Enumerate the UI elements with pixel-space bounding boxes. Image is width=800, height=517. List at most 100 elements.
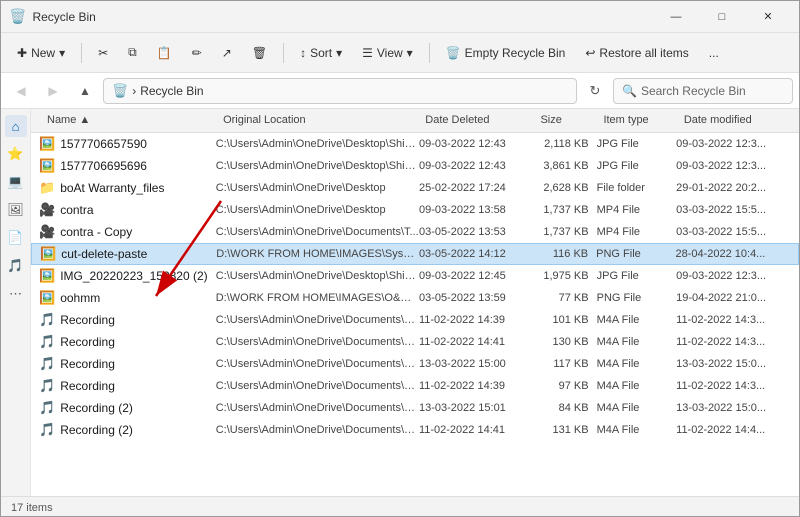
file-name-cell: 🖼️ 1577706657590 [39,136,216,152]
table-row[interactable]: 🎵 Recording (2) C:\Users\Admin\OneDrive\… [31,397,799,419]
sidebar-icon-home[interactable]: ⌂ [5,115,27,137]
table-row[interactable]: 🖼️ 1577706657590 C:\Users\Admin\OneDrive… [31,133,799,155]
file-name-cell: 🎵 Recording [39,378,216,394]
file-deleted-cell: 13-03-2022 15:00 [419,358,534,370]
file-size-cell: 2,118 KB [534,138,597,150]
new-chevron-icon: ▾ [59,46,65,60]
file-modified-cell: 13-03-2022 15:0... [676,358,791,370]
file-icon: 🎵 [39,378,55,394]
file-location-cell: C:\Users\Admin\OneDrive\Documents\S... [216,424,419,436]
path-text: Recycle Bin [140,84,203,98]
file-modified-cell: 11-02-2022 14:3... [676,314,791,326]
sidebar-icon-pc[interactable]: 💻 [5,171,27,193]
file-icon: 🎵 [39,334,55,350]
more-button[interactable]: ... [701,37,727,69]
col-header-type[interactable]: Item type [595,109,675,133]
cut-button[interactable]: ✂ [90,37,116,69]
title-bar-controls: — □ ✕ [653,1,791,33]
back-button[interactable]: ◀ [7,77,35,105]
file-deleted-cell: 13-03-2022 15:01 [419,402,534,414]
file-icon: 🖼️ [39,290,55,306]
sidebar-icon-images[interactable]: 🖼 [5,199,27,221]
search-box[interactable]: 🔍 Search Recycle Bin [613,78,793,104]
new-button[interactable]: ✚ New ▾ [9,37,73,69]
file-name-cell: 🎵 Recording (2) [39,400,216,416]
col-header-deleted[interactable]: Date Deleted [417,109,532,133]
file-location-cell: C:\Users\Admin\OneDrive\Documents\S... [216,358,419,370]
sort-button[interactable]: ↕ Sort ▾ [292,37,350,69]
address-bar: ◀ ▶ ▲ 🗑️ › Recycle Bin ↻ 🔍 Search Recycl… [1,73,799,109]
table-row[interactable]: 🎵 Recording C:\Users\Admin\OneDrive\Docu… [31,375,799,397]
table-row[interactable]: 🖼️ 1577706695696 C:\Users\Admin\OneDrive… [31,155,799,177]
sort-chevron-icon: ▾ [336,46,342,60]
sidebar-icon-docs[interactable]: 📄 [5,227,27,249]
file-icon: 🖼️ [39,158,55,174]
view-button[interactable]: ☰ View ▾ [354,37,421,69]
share-icon: ↗ [222,46,232,60]
sidebar-icon-music[interactable]: 🎵 [5,255,27,277]
file-location-cell: D:\WORK FROM HOME\IMAGES\O&O Di... [216,292,419,304]
cut-icon: ✂ [98,46,108,60]
delete-button[interactable]: 🗑 [244,37,275,69]
file-name-text: Recording (2) [60,423,133,437]
file-type-cell: M4A File [597,358,677,370]
file-type-cell: M4A File [597,402,677,414]
file-list: 🖼️ 1577706657590 C:\Users\Admin\OneDrive… [31,133,799,496]
col-header-modified[interactable]: Date modified [676,109,791,133]
refresh-button[interactable]: ↻ [581,77,609,105]
rename-button[interactable]: ✏ [184,37,210,69]
close-button[interactable]: ✕ [745,1,791,33]
file-deleted-cell: 09-03-2022 12:43 [419,138,534,150]
new-icon: ✚ [17,46,27,60]
address-path[interactable]: 🗑️ › Recycle Bin [103,78,577,104]
col-header-name[interactable]: Name ▲ [39,109,215,133]
file-modified-cell: 13-03-2022 15:0... [676,402,791,414]
empty-recycle-button[interactable]: 🗑️ Empty Recycle Bin [438,37,574,69]
copy-button[interactable]: ⧉ [120,37,145,69]
file-modified-cell: 28-04-2022 10:4... [675,248,790,260]
main-area: ⌂ ⭐ 💻 🖼 📄 🎵 ⋯ Name ▲ Original Location D… [1,109,799,496]
file-type-cell: M4A File [597,424,677,436]
table-row[interactable]: 🎵 Recording C:\Users\Admin\OneDrive\Docu… [31,331,799,353]
file-location-cell: C:\Users\Admin\OneDrive\Desktop\Shiva... [216,138,419,150]
table-row[interactable]: 📁 boAt Warranty_files C:\Users\Admin\One… [31,177,799,199]
minimize-button[interactable]: — [653,1,699,33]
file-size-cell: 130 KB [534,336,597,348]
file-name-cell: 📁 boAt Warranty_files [39,180,216,196]
file-type-cell: MP4 File [597,226,677,238]
up-button[interactable]: ▲ [71,77,99,105]
path-icon: 🗑️ [112,83,128,99]
share-button[interactable]: ↗ [214,37,240,69]
file-size-cell: 1,737 KB [534,204,597,216]
col-header-size[interactable]: Size [532,109,595,133]
maximize-button[interactable]: □ [699,1,745,33]
table-row[interactable]: 🖼️ oohmm D:\WORK FROM HOME\IMAGES\O&O Di… [31,287,799,309]
file-size-cell: 116 KB [534,248,597,260]
restore-all-button[interactable]: ↩ Restore all items [577,37,696,69]
file-location-cell: C:\Users\Admin\OneDrive\Documents\S... [216,402,419,414]
table-row[interactable]: 🎵 Recording (2) C:\Users\Admin\OneDrive\… [31,419,799,441]
file-deleted-cell: 11-02-2022 14:39 [419,380,534,392]
table-row[interactable]: 🖼️ IMG_20220223_152820 (2) C:\Users\Admi… [31,265,799,287]
file-name-text: 1577706695696 [60,159,147,173]
table-row[interactable]: 🎥 contra C:\Users\Admin\OneDrive\Desktop… [31,199,799,221]
window-icon: 🗑️ [9,8,26,25]
forward-button[interactable]: ▶ [39,77,67,105]
table-row[interactable]: 🖼️ cut-delete-paste D:\WORK FROM HOME\IM… [31,243,799,265]
paste-button[interactable]: 📋 [149,37,180,69]
file-modified-cell: 29-01-2022 20:2... [676,182,791,194]
sidebar-icon-star[interactable]: ⭐ [5,143,27,165]
file-type-cell: PNG File [597,292,677,304]
table-row[interactable]: 🎵 Recording C:\Users\Admin\OneDrive\Docu… [31,309,799,331]
sidebar-icon-more[interactable]: ⋯ [5,283,27,305]
file-name-cell: 🖼️ 1577706695696 [39,158,216,174]
sidebar: ⌂ ⭐ 💻 🖼 📄 🎵 ⋯ [1,109,31,496]
file-area: Name ▲ Original Location Date Deleted Si… [31,109,799,496]
file-location-cell: C:\Users\Admin\OneDrive\Documents\T... [216,226,419,238]
table-row[interactable]: 🎵 Recording C:\Users\Admin\OneDrive\Docu… [31,353,799,375]
table-row[interactable]: 🎥 contra - Copy C:\Users\Admin\OneDrive\… [31,221,799,243]
file-icon: 🖼️ [40,246,56,262]
file-icon: 🎥 [39,202,55,218]
file-name-cell: 🖼️ oohmm [39,290,216,306]
col-header-location[interactable]: Original Location [215,109,417,133]
